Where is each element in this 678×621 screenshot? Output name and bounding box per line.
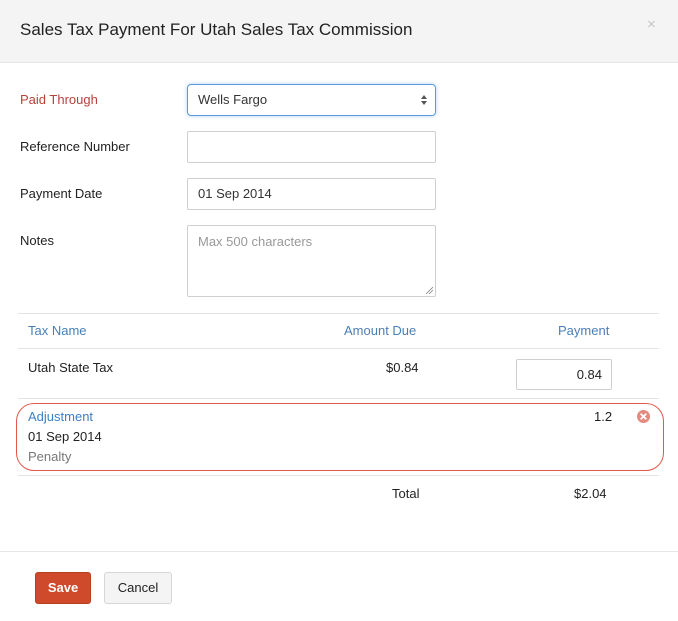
adjustment-amount: 1.2 [594,409,613,424]
paid-through-label: Paid Through [20,92,98,107]
col-header-payment: Payment [558,323,610,338]
reference-number-input[interactable] [187,131,436,163]
adjustment-divider [18,475,659,476]
select-arrows-icon [421,95,427,105]
total-value: $2.04 [574,486,607,501]
payment-date-input[interactable]: 01 Sep 2014 [187,178,436,210]
dialog-header: Sales Tax Payment For Utah Sales Tax Com… [0,0,678,63]
adjustment-row-highlight [16,403,664,471]
close-icon[interactable]: × [647,17,656,32]
total-label: Total [392,486,420,501]
adjustment-type: Penalty [28,449,72,464]
table-top-divider [18,313,659,314]
footer-divider [0,551,678,552]
save-button[interactable]: Save [35,572,91,604]
notes-textarea[interactable]: Max 500 characters [187,225,436,297]
payment-date-label: Payment Date [20,186,103,201]
row-divider [18,398,659,399]
notes-label: Notes [20,233,54,248]
adjustment-link[interactable]: Adjustment [28,409,93,424]
cancel-button[interactable]: Cancel [104,572,172,604]
amount-due-cell: $0.84 [386,360,419,375]
reference-number-label: Reference Number [20,139,130,154]
adjustment-date: 01 Sep 2014 [28,429,102,444]
col-header-tax-name: Tax Name [28,323,87,338]
paid-through-value: Wells Fargo [198,92,268,107]
payment-input[interactable]: 0.84 [516,359,612,390]
resize-handle-icon[interactable] [426,287,433,294]
notes-placeholder: Max 500 characters [198,234,313,249]
paid-through-select[interactable]: Wells Fargo [187,84,436,116]
col-header-amount-due: Amount Due [344,323,417,338]
dialog-title: Sales Tax Payment For Utah Sales Tax Com… [20,20,413,39]
remove-adjustment-icon[interactable] [637,410,650,423]
tax-name-cell: Utah State Tax [28,360,114,375]
header-divider [18,348,659,349]
